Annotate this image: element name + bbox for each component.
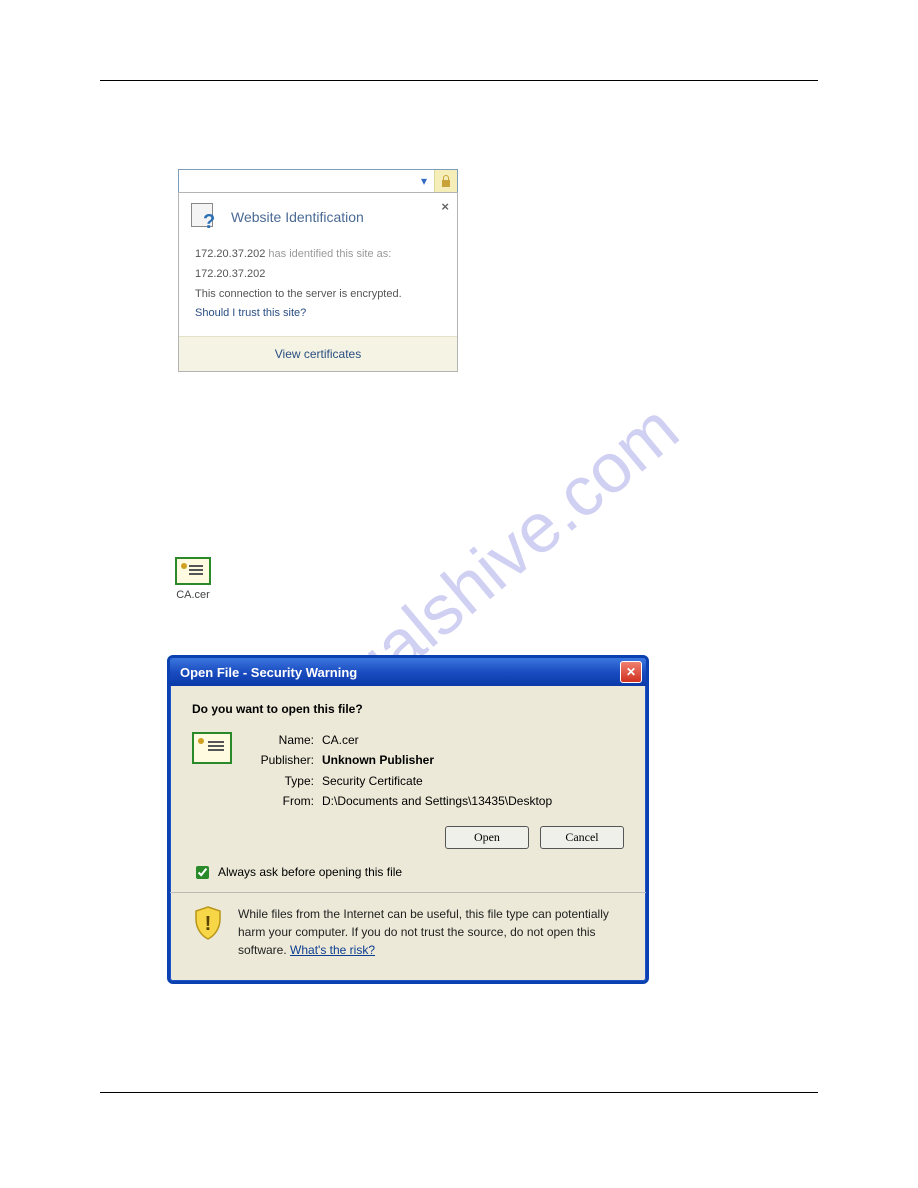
risk-link[interactable]: What's the risk? [290, 943, 375, 957]
dialog-title: Open File - Security Warning [180, 665, 357, 680]
warning-text: While files from the Internet can be use… [238, 905, 624, 959]
panel-title: Website Identification [231, 209, 364, 225]
publisher-label: Publisher: [246, 750, 322, 770]
top-rule [100, 80, 818, 81]
name-value: CA.cer [322, 730, 359, 750]
name-label: Name: [246, 730, 322, 750]
cancel-button[interactable]: Cancel [540, 826, 624, 849]
target-ip: 172.20.37.202 [195, 265, 441, 285]
certificate-file[interactable]: CA.cer [175, 557, 211, 601]
trust-site-link[interactable]: Should I trust this site? [195, 304, 441, 324]
shield-warning-icon: ! [192, 905, 224, 941]
view-certificates-link[interactable]: View certificates [275, 347, 361, 361]
from-label: From: [246, 791, 322, 811]
close-button[interactable]: ✕ [620, 661, 642, 683]
certificate-icon [192, 732, 232, 764]
security-warning-dialog: Open File - Security Warning ✕ Do you wa… [167, 655, 649, 984]
dropdown-chevron[interactable]: ▾ [414, 170, 434, 192]
publisher-value: Unknown Publisher [322, 750, 434, 770]
from-value: D:\Documents and Settings\13435\Desktop [322, 791, 552, 811]
always-ask-row[interactable]: Always ask before opening this file [192, 859, 624, 892]
lock-icon[interactable] [434, 170, 457, 192]
file-details: Name:CA.cer Publisher:Unknown Publisher … [246, 730, 552, 812]
website-identification-panel: ? Website Identification × 172.20.37.202… [178, 192, 458, 372]
encrypted-message: This connection to the server is encrypt… [195, 285, 441, 305]
always-ask-label: Always ask before opening this file [218, 865, 402, 879]
open-button[interactable]: Open [445, 826, 529, 849]
type-label: Type: [246, 771, 322, 791]
identification-icon: ? [191, 203, 221, 231]
svg-text:!: ! [205, 913, 212, 935]
bottom-rule [100, 1092, 818, 1093]
dialog-question: Do you want to open this file? [192, 702, 624, 716]
type-value: Security Certificate [322, 771, 423, 791]
identified-by-line: 172.20.37.202 has identified this site a… [195, 245, 441, 265]
address-bar[interactable]: ▾ [178, 169, 458, 193]
certificate-filename: CA.cer [175, 589, 211, 601]
dialog-titlebar[interactable]: Open File - Security Warning ✕ [170, 658, 646, 686]
close-icon[interactable]: × [441, 199, 449, 214]
has-identified-text: has identified this site as: [268, 248, 391, 260]
source-ip: 172.20.37.202 [195, 248, 265, 260]
certificate-icon [175, 557, 211, 585]
always-ask-checkbox[interactable] [196, 866, 209, 879]
address-field[interactable] [179, 170, 414, 192]
